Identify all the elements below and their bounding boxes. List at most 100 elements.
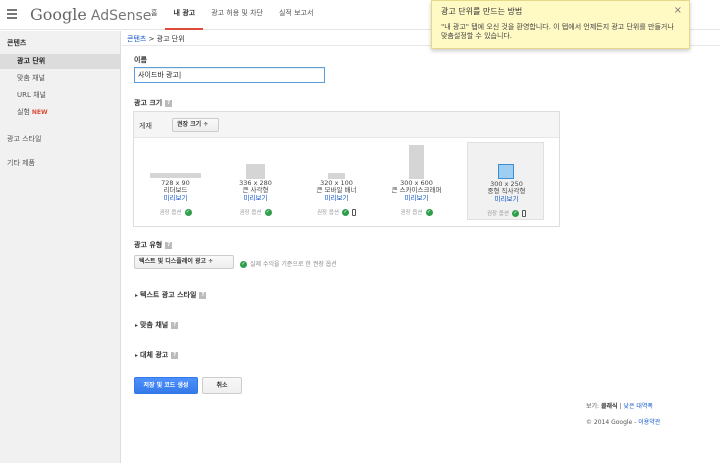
close-icon[interactable]: ×	[674, 5, 682, 16]
section-custom-channels[interactable]: ▸ 맞춤 채널?	[135, 320, 179, 330]
size-filter-label: 게재	[139, 122, 152, 130]
view-separator: |	[619, 403, 622, 410]
copyright-text: © 2014 Google -	[586, 419, 637, 426]
ad-size-recommendation: 권장 옵션 ✓	[468, 209, 545, 217]
check-icon: ✓	[425, 209, 433, 216]
ad-size-preview-link[interactable]: 미리보기	[298, 195, 375, 202]
ad-size-thumbnail	[409, 145, 424, 179]
help-icon[interactable]: ?	[165, 99, 173, 107]
check-icon: ✓	[264, 209, 272, 216]
ad-size-preview-link[interactable]: 미리보기	[217, 195, 294, 202]
ad-size-option-large-skyscraper[interactable]: 300 x 600 큰 스카이스크래퍼 미리보기 권장 옵션 ✓	[378, 142, 455, 220]
ad-size-thumbnail	[150, 173, 201, 178]
ad-size-recommendation: 권장 옵션 ✓	[137, 208, 214, 216]
ad-size-name: 리더보드	[163, 186, 188, 194]
ad-size-name: 큰 사각형	[242, 186, 269, 194]
sidebar-item-ad-styles[interactable]: 광고 스타일	[7, 134, 41, 144]
ad-size-preview-link[interactable]: 미리보기	[137, 195, 214, 202]
tooltip-body: "내 광고" 탭에 오신 것을 환영합니다. 이 탭에서 언제든지 광고 단위를…	[441, 23, 674, 40]
ad-size-filter-bar: 게재 권장 크기 ÷	[134, 112, 559, 138]
tab-home[interactable]: 홈	[143, 0, 165, 30]
mobile-icon	[522, 210, 526, 217]
breadcrumb-separator: >	[148, 35, 155, 43]
ad-type-recommendation: ✓ 실제 수익을 기준으로 한 권장 옵션	[240, 259, 337, 268]
sidebar-item-ad-units[interactable]: 광고 단위	[0, 54, 121, 69]
main-content: 콘텐츠 > 광고 단위 이름 광고 크기? 게재 권장 크기 ÷ 728 x 9…	[122, 31, 720, 463]
sidebar-item-other-products[interactable]: 기타 제품	[7, 158, 35, 168]
ad-size-recommendation: 권장 옵션 ✓	[298, 208, 375, 216]
ad-size-recommendation: 권장 옵션 ✓	[378, 208, 455, 216]
sidebar-item-label: 광고 단위	[17, 57, 46, 65]
breadcrumb-parent[interactable]: 콘텐츠	[127, 35, 146, 43]
view-mode-switcher: 보기: 클래식 | 낮은 대역폭	[586, 401, 653, 410]
mobile-icon	[352, 209, 356, 216]
view-current: 클래식	[600, 403, 618, 410]
tab-my-ads[interactable]: 내 광고	[165, 0, 204, 30]
ad-size-preview-link[interactable]: 미리보기	[378, 195, 455, 202]
sidebar-item-label: URL 채널	[17, 91, 46, 99]
ad-size-name: 큰 스카이스크래퍼	[391, 186, 442, 194]
sidebar-item-label: 맞춤 채널	[17, 74, 45, 82]
cancel-button[interactable]: 취소	[202, 377, 242, 394]
new-badge: NEW	[31, 109, 48, 116]
sidebar-item-custom-channels[interactable]: 맞춤 채널	[0, 71, 121, 86]
ad-type-note-text: 실제 수익을 기준으로 한 권장 옵션	[250, 261, 337, 268]
tab-allow-block-ads[interactable]: 광고 허용 및 차단	[203, 0, 271, 30]
ad-size-name: 중형 직사각형	[487, 187, 526, 195]
ad-size-thumbnail	[246, 164, 265, 179]
menu-icon[interactable]	[7, 9, 17, 19]
ad-size-label: 광고 크기?	[134, 98, 173, 108]
tooltip-title: 광고 단위를 만드는 방법	[441, 7, 523, 16]
ad-type-label-text: 광고 유형	[134, 241, 163, 249]
recommended-text: 권장 옵션	[317, 210, 339, 216]
section-text-ad-style[interactable]: ▸ 텍스트 광고 스타일?	[135, 290, 207, 300]
copyright-footer: © 2014 Google - 이용약관	[586, 417, 660, 426]
ad-size-option-medium-rectangle[interactable]: 300 x 250 중형 직사각형 미리보기 권장 옵션 ✓	[467, 142, 544, 220]
google-logo-text: Google	[30, 5, 87, 24]
sidebar: 콘텐츠 광고 단위 맞춤 채널 URL 채널 실험 NEW 광고 스타일 기타 제…	[0, 31, 121, 463]
save-and-get-code-button[interactable]: 저장 및 코드 생성	[134, 377, 198, 394]
breadcrumb-current: 광고 단위	[156, 35, 185, 43]
check-icon: ✓	[342, 209, 349, 216]
top-nav: 홈 내 광고 광고 허용 및 차단 실적 보고서	[143, 0, 321, 30]
recommended-text: 권장 옵션	[159, 210, 182, 216]
help-icon[interactable]: ?	[199, 291, 207, 299]
ad-type-select[interactable]: 텍스트 및 디스플레이 광고 ÷	[134, 255, 234, 269]
ad-size-option-large-mobile-banner[interactable]: 320 x 100 큰 모바일 배너 미리보기 권장 옵션 ✓	[298, 142, 375, 220]
ad-size-option-large-rectangle[interactable]: 336 x 280 큰 사각형 미리보기 권장 옵션 ✓	[217, 142, 294, 220]
check-icon: ✓	[512, 210, 519, 217]
ad-size-panel: 게재 권장 크기 ÷ 728 x 90 리더보드 미리보기 권장 옵션 ✓ 336…	[133, 111, 560, 227]
recommended-text: 권장 옵션	[400, 210, 423, 216]
breadcrumb: 콘텐츠 > 광고 단위	[127, 34, 185, 44]
ad-type-label: 광고 유형?	[134, 240, 173, 250]
size-filter-select[interactable]: 권장 크기 ÷	[172, 118, 219, 132]
expand-arrow-icon: ▸	[135, 322, 139, 329]
section-backup-ads[interactable]: ▸ 대체 광고?	[135, 350, 179, 360]
ad-size-label-text: 광고 크기	[134, 99, 163, 107]
section-label: 텍스트 광고 스타일	[140, 291, 197, 299]
expand-arrow-icon: ▸	[135, 352, 139, 359]
help-icon[interactable]: ?	[171, 321, 179, 329]
sidebar-header[interactable]: 콘텐츠	[7, 38, 26, 48]
sidebar-item-url-channels[interactable]: URL 채널	[0, 88, 121, 103]
recommended-text: 권장 옵션	[487, 211, 509, 217]
terms-link[interactable]: 이용약관	[638, 419, 660, 426]
help-tooltip: 광고 단위를 만드는 방법 × "내 광고" 탭에 오신 것을 환영합니다. 이…	[431, 0, 690, 49]
low-bandwidth-link[interactable]: 낮은 대역폭	[623, 403, 653, 410]
ad-unit-name-input[interactable]	[134, 67, 325, 83]
ad-size-recommendation: 권장 옵션 ✓	[217, 208, 294, 216]
adsense-logo[interactable]: Google AdSense	[30, 5, 151, 24]
tab-performance-reports[interactable]: 실적 보고서	[271, 0, 321, 30]
check-icon: ✓	[184, 209, 192, 216]
ad-size-thumbnail	[498, 164, 514, 179]
view-label: 보기:	[586, 403, 600, 410]
sidebar-item-experiments[interactable]: 실험 NEW	[0, 105, 121, 120]
ad-size-name: 큰 모바일 배너	[316, 186, 357, 194]
help-icon[interactable]: ?	[165, 241, 173, 249]
section-label: 맞춤 채널	[140, 321, 169, 329]
expand-arrow-icon: ▸	[135, 292, 139, 299]
name-label: 이름	[134, 56, 147, 64]
help-icon[interactable]: ?	[171, 351, 179, 359]
ad-size-option-leaderboard[interactable]: 728 x 90 리더보드 미리보기 권장 옵션 ✓	[137, 142, 214, 220]
ad-size-preview-link[interactable]: 미리보기	[468, 196, 545, 203]
